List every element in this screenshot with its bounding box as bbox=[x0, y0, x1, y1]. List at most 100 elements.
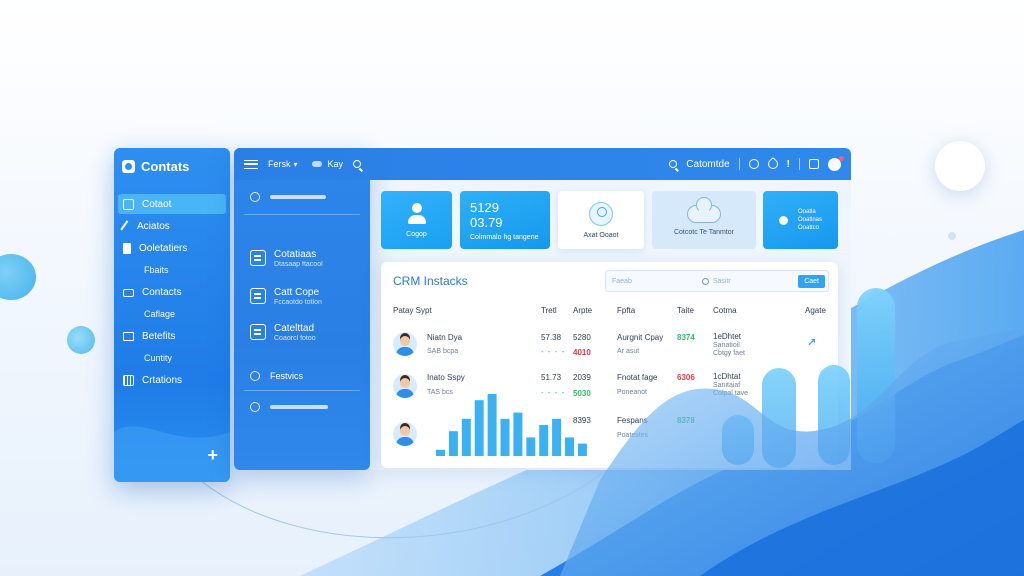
status-line: Ooatla bbox=[797, 209, 816, 215]
row-cell: 2039 bbox=[573, 373, 591, 382]
sidebar-item-8[interactable]: Crtations bbox=[114, 370, 230, 390]
breadcrumb-2[interactable]: Kay bbox=[328, 159, 344, 169]
column-header[interactable]: Agate bbox=[805, 306, 826, 315]
alert-icon[interactable]: ! bbox=[787, 159, 790, 170]
row-cell-sub: Ar asut bbox=[617, 348, 640, 355]
placeholder-bar bbox=[270, 405, 328, 409]
card-label: Axat Ooaot bbox=[583, 231, 619, 239]
panel-row-label: Festvics bbox=[270, 371, 304, 381]
sidebar-item-0[interactable]: Cotaot bbox=[118, 194, 226, 214]
row-name[interactable]: Inato Sspy bbox=[427, 373, 465, 382]
sidebar-subitem-3[interactable]: Fbaits bbox=[114, 260, 230, 280]
sidebar-item-1[interactable]: Aciatos bbox=[114, 216, 230, 236]
decor-dot bbox=[948, 232, 956, 240]
status-line: Ooatlnas bbox=[797, 217, 822, 223]
panel-row-festvics[interactable]: Festvics bbox=[250, 371, 303, 381]
stat-card-users[interactable]: Cogop bbox=[381, 191, 452, 249]
stat-card-numbers[interactable]: 5129 03.79 Colmmalo hg tangene bbox=[460, 191, 550, 249]
panel-item-title: Catelttad bbox=[274, 323, 315, 334]
globe-icon[interactable] bbox=[748, 159, 759, 169]
row-cell-sub: Cbtgy faet bbox=[713, 350, 745, 357]
row-cell-sub: Sanatioil bbox=[713, 342, 740, 349]
user-icon bbox=[407, 202, 427, 225]
sidebar-logo[interactable]: Contats bbox=[114, 148, 230, 184]
search-icon[interactable] bbox=[353, 160, 362, 168]
row-cell: Fnotat fage bbox=[617, 373, 658, 382]
briefcase-icon bbox=[123, 289, 134, 297]
contacts-sidebar: Contats Cotaot Aciatos Ooletatiers Fbait… bbox=[114, 148, 230, 482]
row-cell-positive: 8378 bbox=[677, 416, 695, 425]
row-sub: SAB bcpa bbox=[427, 348, 459, 355]
row-cell: 51.73 bbox=[541, 373, 562, 382]
toggle-pill[interactable] bbox=[311, 161, 322, 167]
stat-card-status[interactable]: Ooatla Ooatlnas Ooattco bbox=[763, 191, 838, 249]
avatar[interactable] bbox=[828, 155, 844, 171]
row-cell: 57.38 bbox=[541, 333, 562, 342]
row-cell-sub: Sanitaiaf bbox=[713, 382, 741, 389]
header-search-label[interactable]: Catomtde bbox=[686, 159, 729, 170]
column-header[interactable]: Fpfta bbox=[617, 306, 635, 315]
breadcrumb-1[interactable]: Fersk bbox=[268, 159, 291, 169]
row-avatar bbox=[393, 332, 417, 356]
clock-icon bbox=[250, 192, 260, 202]
cloud-icon bbox=[687, 196, 721, 223]
panel-item-title: Catt Cope bbox=[274, 287, 320, 298]
row-action-icon[interactable]: ↗ bbox=[807, 336, 816, 349]
sidebar-subitem-7[interactable]: Cuntity bbox=[114, 348, 230, 368]
column-header[interactable]: Taite bbox=[677, 306, 694, 315]
divider bbox=[738, 158, 740, 170]
top-header: Fersk ▾ Kay Catomtde ! bbox=[234, 148, 851, 180]
column-header[interactable]: Tretl bbox=[541, 306, 557, 315]
search-placeholder-2[interactable]: Sasitr bbox=[713, 278, 731, 285]
row-name[interactable]: Niatn Dya bbox=[427, 333, 462, 342]
divider bbox=[244, 390, 360, 391]
row-cell: 5280 bbox=[573, 333, 591, 342]
stat-card-cloud[interactable]: Cotcotc Te Tanmtor bbox=[652, 191, 756, 249]
document-icon bbox=[250, 324, 266, 340]
panel-item-2[interactable]: Catelttad Coaorcl fotoo bbox=[250, 322, 316, 342]
sidebar-item-2[interactable]: Ooletatiers bbox=[114, 238, 230, 258]
status-lines: Ooatla Ooatlnas Ooattco bbox=[798, 208, 822, 232]
panel-item-1[interactable]: Catt Cope Fccaotdo totlon bbox=[250, 286, 322, 306]
header-actions: Catomtde ! bbox=[669, 155, 844, 172]
crm-panel: CRM Instacks Faeab Sasitr Caet Patay Syp… bbox=[381, 262, 838, 468]
column-header[interactable]: Cotma bbox=[713, 306, 737, 315]
column-header[interactable]: Arpte bbox=[573, 306, 592, 315]
sidebar-item-6[interactable]: Betefits bbox=[114, 326, 230, 346]
menu-icon[interactable] bbox=[244, 159, 258, 169]
card-label: Cogop bbox=[406, 230, 427, 238]
sidebar-item-label: Crtations bbox=[142, 374, 183, 386]
stat-card-profile[interactable]: Axat Ooaot bbox=[558, 191, 644, 249]
panel-item-sub: Fccaotdo totlon bbox=[274, 299, 322, 306]
profile-icon bbox=[589, 201, 613, 226]
clock-icon bbox=[250, 371, 260, 381]
row-cell-sub: Poatestes bbox=[617, 432, 649, 439]
search-icon bbox=[701, 277, 709, 285]
app-logo-icon bbox=[122, 159, 135, 173]
status-dot-icon bbox=[778, 215, 788, 225]
clock-icon bbox=[250, 402, 260, 412]
add-button[interactable]: + bbox=[207, 445, 218, 466]
divider bbox=[799, 158, 800, 170]
row-avatar bbox=[393, 422, 417, 446]
panel-item-0[interactable]: Cotatiaas Dtasaap ftacool bbox=[250, 248, 323, 268]
row-sub: TAS bcs bbox=[427, 389, 453, 396]
column-header[interactable]: Patay Sypt bbox=[393, 306, 432, 315]
sidebar-subitem-5[interactable]: Caflage bbox=[114, 304, 230, 324]
info-icon bbox=[123, 242, 131, 254]
sidebar-item-4[interactable]: Contacts bbox=[114, 282, 230, 302]
search-icon[interactable] bbox=[669, 160, 678, 168]
search-button[interactable]: Caet bbox=[798, 274, 825, 288]
row-cell: 1cDhtat bbox=[713, 372, 741, 381]
sidebar-item-label: Cotaot bbox=[142, 198, 172, 210]
row-cell-negative: 4010 bbox=[573, 348, 591, 357]
sidebar-nav: Cotaot Aciatos Ooletatiers Fbaits Contac… bbox=[114, 194, 230, 390]
calendar-icon bbox=[123, 374, 134, 386]
panel-row-bottom[interactable] bbox=[250, 402, 328, 412]
bell-icon[interactable] bbox=[809, 159, 819, 169]
panel-row-top[interactable] bbox=[250, 192, 326, 202]
search-placeholder[interactable]: Faeab bbox=[612, 278, 632, 285]
tag-icon[interactable] bbox=[765, 156, 780, 172]
chevron-down-icon[interactable]: ▾ bbox=[294, 160, 298, 169]
crm-search[interactable]: Faeab Sasitr Caet bbox=[605, 270, 829, 292]
